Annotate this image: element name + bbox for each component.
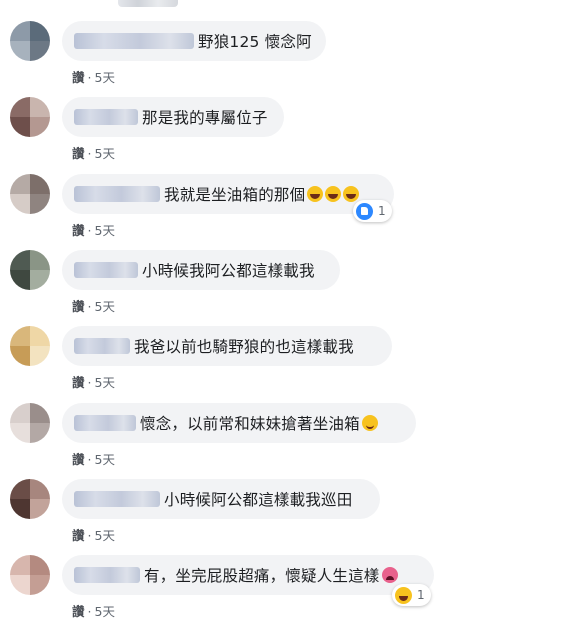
timestamp-link[interactable]: 5天 [95,223,115,238]
haha-reaction-icon [395,586,412,604]
comment-text: 小時候阿公都這樣載我巡田 [164,491,353,509]
comment-meta: 讚 · 5天 [72,449,115,468]
comment-bubble: 我就是坐油箱的那個 [62,174,394,214]
like-link[interactable]: 讚 [72,452,85,467]
separator-dot: · [87,604,92,619]
comment-item: 小時候我阿公都這樣載我讚 · 5天 [0,250,578,326]
separator-dot: · [87,452,92,467]
comment-bubble: 那是我的專屬位子 [62,97,284,137]
like-link[interactable]: 讚 [72,299,85,314]
comment-meta: 讚 · 5天 [72,220,115,239]
laugh-emoji-icon [307,186,324,202]
comment-item: 野狼125 懷念阿讚 · 5天 [0,21,578,97]
comment-bubble: 野狼125 懷念阿 [62,21,326,61]
commenter-name-blurred[interactable] [74,109,138,125]
timestamp-link[interactable]: 5天 [95,528,115,543]
avatar[interactable] [10,326,50,366]
comment-text: 有，坐完屁股超痛，懷疑人生這樣 [144,567,380,585]
comment-bubble: 懷念，以前常和妹妹搶著坐油箱 [62,403,416,443]
avatar[interactable] [10,174,50,214]
comment-meta: 讚 · 5天 [72,67,115,86]
comment-item: 我就是坐油箱的那個 1 讚 · 5天 [0,174,578,250]
reaction-count: 1 [417,588,425,602]
reaction-count-badge[interactable]: 1 [392,584,431,606]
laugh-emoji-icon [325,186,342,202]
tired-emoji-icon [381,567,398,583]
timestamp-link[interactable]: 5天 [95,452,115,467]
like-link[interactable]: 讚 [72,375,85,390]
comment-item: 有，坐完屁股超痛，懷疑人生這樣 1 讚 · 5天 [0,555,578,628]
like-link[interactable]: 讚 [72,528,85,543]
separator-dot: · [87,146,92,161]
comment-meta: 讚 · 5天 [72,143,115,162]
separator-dot: · [87,70,92,85]
commenter-name-blurred[interactable] [74,33,194,49]
comment-bubble: 我爸以前也騎野狼的也這樣載我 [62,326,392,366]
comment-item: 我爸以前也騎野狼的也這樣載我讚 · 5天 [0,326,578,402]
avatar[interactable] [10,555,50,595]
comment-meta: 讚 · 5天 [72,296,115,315]
comment-text: 那是我的專屬位子 [142,109,268,127]
comment-bubble: 小時候阿公都這樣載我巡田 [62,479,380,519]
comment-text: 小時候我阿公都這樣載我 [142,262,315,280]
comment-bubble: 有，坐完屁股超痛，懷疑人生這樣 [62,555,434,595]
commenter-name-blurred[interactable] [74,338,130,354]
like-link[interactable]: 讚 [72,70,85,85]
commenter-name-blurred[interactable] [74,186,160,202]
like-link[interactable]: 讚 [72,223,85,238]
comment-bubble: 小時候我阿公都這樣載我 [62,250,340,290]
comment-text: 野狼125 懷念阿 [198,33,312,51]
timestamp-link[interactable]: 5天 [95,146,115,161]
like-reaction-icon [356,202,373,220]
laugh-emoji-icon [343,186,360,202]
separator-dot: · [87,528,92,543]
reaction-count-badge[interactable]: 1 [353,200,392,222]
avatar[interactable] [10,403,50,443]
timestamp-link[interactable]: 5天 [95,375,115,390]
comment-meta: 讚 · 5天 [72,525,115,544]
commenter-name-blurred[interactable] [74,262,138,278]
comment-text: 我爸以前也騎野狼的也這樣載我 [134,338,354,356]
comment-item: 那是我的專屬位子讚 · 5天 [0,97,578,173]
previous-comment-fragment [118,0,178,7]
avatar[interactable] [10,97,50,137]
commenter-name-blurred[interactable] [74,415,136,431]
comment-meta: 讚 · 5天 [72,372,115,391]
like-link[interactable]: 讚 [72,146,85,161]
avatar[interactable] [10,21,50,61]
reaction-count: 1 [378,204,386,218]
timestamp-link[interactable]: 5天 [95,299,115,314]
timestamp-link[interactable]: 5天 [95,604,115,619]
comment-item: 小時候阿公都這樣載我巡田讚 · 5天 [0,479,578,555]
avatar[interactable] [10,479,50,519]
timestamp-link[interactable]: 5天 [95,70,115,85]
separator-dot: · [87,299,92,314]
avatar[interactable] [10,250,50,290]
separator-dot: · [87,223,92,238]
comment-text: 懷念，以前常和妹妹搶著坐油箱 [140,415,360,433]
comment-item: 懷念，以前常和妹妹搶著坐油箱讚 · 5天 [0,403,578,479]
like-link[interactable]: 讚 [72,604,85,619]
comment-text: 我就是坐油箱的那個 [164,186,306,204]
commenter-name-blurred[interactable] [74,491,160,507]
comment-meta: 讚 · 5天 [72,601,115,620]
smile-emoji-icon [361,415,378,431]
separator-dot: · [87,375,92,390]
commenter-name-blurred[interactable] [74,567,140,583]
